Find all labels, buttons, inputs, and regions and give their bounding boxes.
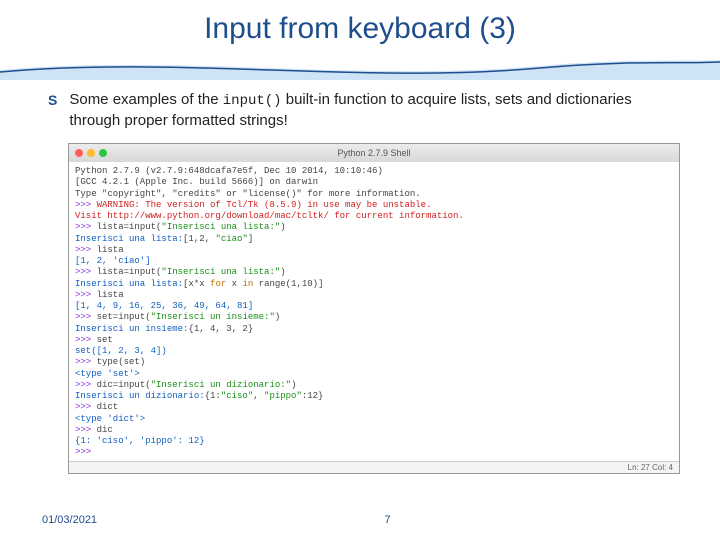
bullet-item: S Some examples of the input() built-in … (48, 90, 680, 131)
bullet-marker: S (48, 90, 57, 131)
shell-titlebar: Python 2.7.9 Shell (69, 144, 679, 162)
decorative-wave (0, 52, 720, 80)
footer-page-number: 7 (97, 514, 678, 526)
shell-window-title: Python 2.7.9 Shell (69, 148, 679, 158)
python-shell-window: Python 2.7.9 Shell Python 2.7.9 (v2.7.9:… (68, 143, 680, 474)
slide-title: Input from keyboard (3) (0, 0, 720, 46)
shell-status-bar: Ln: 27 Col: 4 (69, 461, 679, 473)
slide-footer: 01/03/2021 7 (0, 514, 720, 526)
bullet-text-pre: Some examples of the (69, 91, 222, 108)
bullet-code: input() (223, 93, 282, 109)
bullet-text: Some examples of the input() built-in fu… (69, 90, 680, 131)
footer-date: 01/03/2021 (42, 514, 97, 526)
shell-content: Python 2.7.9 (v2.7.9:648dcafa7e5f, Dec 1… (69, 162, 679, 461)
